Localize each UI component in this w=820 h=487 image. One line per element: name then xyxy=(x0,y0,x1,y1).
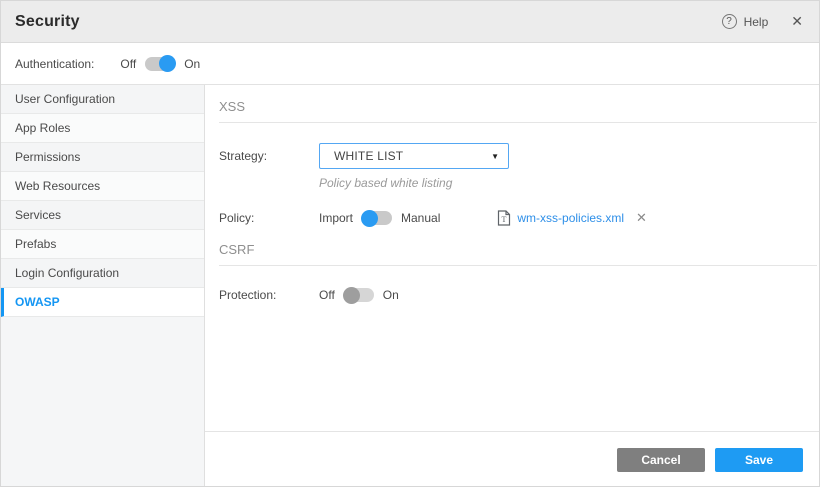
sidebar-item-owasp[interactable]: OWASP xyxy=(1,288,204,317)
sidebar: User Configuration App Roles Permissions… xyxy=(1,85,205,487)
chevron-down-icon: ▼ xyxy=(491,152,499,161)
policy-file-link[interactable]: wm-xss-policies.xml xyxy=(517,211,624,225)
help-label: Help xyxy=(744,15,769,29)
protection-off-label: Off xyxy=(319,288,335,302)
strategy-selected-value: WHITE LIST xyxy=(334,149,403,163)
strategy-row: Strategy: WHITE LIST ▼ xyxy=(219,143,819,169)
page-title: Security xyxy=(15,13,80,31)
strategy-label: Strategy: xyxy=(219,149,319,163)
sidebar-item-web-resources[interactable]: Web Resources xyxy=(1,172,204,201)
authentication-toggle[interactable] xyxy=(145,57,175,71)
authentication-bar: Authentication: Off On xyxy=(1,43,819,85)
section-divider xyxy=(219,122,817,123)
protection-label: Protection: xyxy=(219,288,319,302)
protection-row: Protection: Off On xyxy=(219,288,819,302)
authentication-on-label: On xyxy=(184,57,200,71)
section-divider xyxy=(219,265,817,266)
policy-toggle[interactable] xyxy=(362,211,392,225)
svg-text:T: T xyxy=(502,215,507,224)
main-content: XSS Strategy: WHITE LIST ▼ Policy based … xyxy=(205,85,819,487)
policy-row: Policy: Import Manual T wm-xss-policies.… xyxy=(219,210,819,226)
file-text-icon: T xyxy=(497,210,511,226)
sidebar-item-app-roles[interactable]: App Roles xyxy=(1,114,204,143)
authentication-label: Authentication: xyxy=(15,57,94,71)
policy-label: Policy: xyxy=(219,211,319,225)
sidebar-item-user-configuration[interactable]: User Configuration xyxy=(1,85,204,114)
dialog-body: User Configuration App Roles Permissions… xyxy=(1,85,819,487)
header: Security ? Help ✕ xyxy=(1,1,819,43)
remove-file-icon[interactable]: ✕ xyxy=(636,210,647,226)
strategy-helper-text: Policy based white listing xyxy=(319,176,819,190)
xss-section-title: XSS xyxy=(219,99,819,114)
close-icon[interactable]: ✕ xyxy=(791,13,803,30)
policy-import-label: Import xyxy=(319,211,353,225)
sidebar-item-permissions[interactable]: Permissions xyxy=(1,143,204,172)
cancel-button[interactable]: Cancel xyxy=(617,448,705,472)
help-button[interactable]: ? Help xyxy=(722,14,769,29)
help-icon: ? xyxy=(722,14,737,29)
protection-on-label: On xyxy=(383,288,399,302)
sidebar-item-services[interactable]: Services xyxy=(1,201,204,230)
toggle-knob xyxy=(159,55,176,72)
policy-file: T wm-xss-policies.xml ✕ xyxy=(497,210,647,226)
strategy-select[interactable]: WHITE LIST ▼ xyxy=(319,143,509,169)
security-dialog: Security ? Help ✕ Authentication: Off On… xyxy=(0,0,820,487)
sidebar-item-login-configuration[interactable]: Login Configuration xyxy=(1,259,204,288)
sidebar-item-prefabs[interactable]: Prefabs xyxy=(1,230,204,259)
toggle-knob xyxy=(361,210,378,227)
save-button[interactable]: Save xyxy=(715,448,803,472)
footer: Cancel Save xyxy=(205,431,819,487)
header-actions: ? Help ✕ xyxy=(722,13,803,30)
csrf-protection-toggle[interactable] xyxy=(344,288,374,302)
policy-manual-label: Manual xyxy=(401,211,440,225)
csrf-section-title: CSRF xyxy=(219,242,819,257)
toggle-knob xyxy=(343,287,360,304)
authentication-off-label: Off xyxy=(120,57,136,71)
